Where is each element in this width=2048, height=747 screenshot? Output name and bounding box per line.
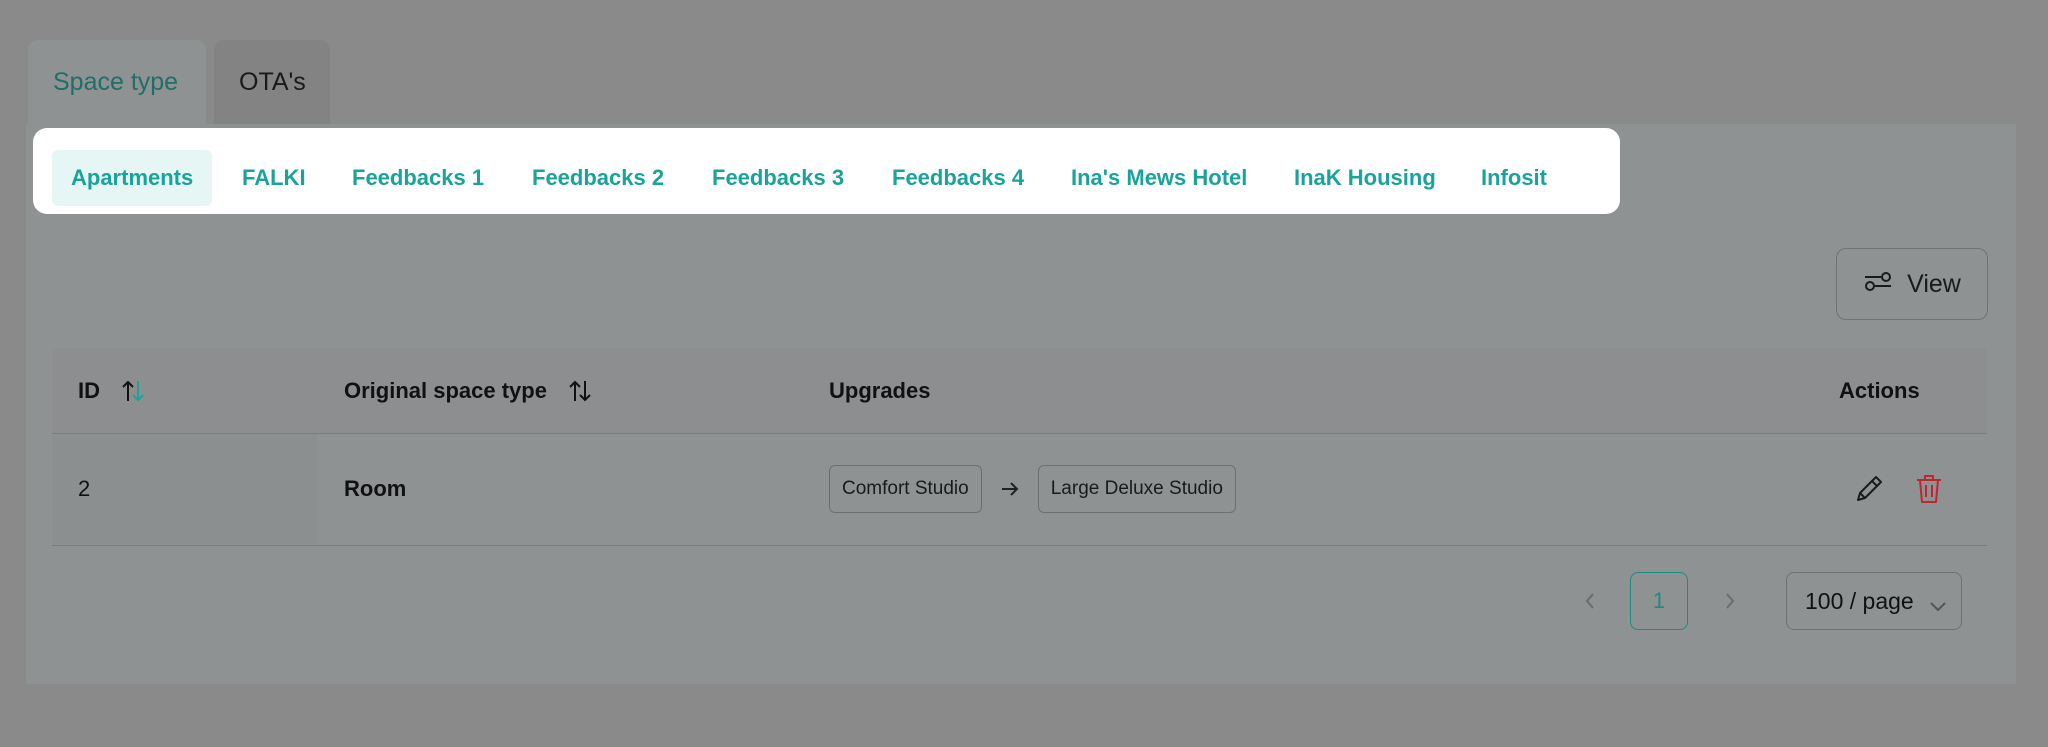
page-size-value: 100 / page bbox=[1805, 587, 1914, 614]
subtab-inas-mews-hotel[interactable]: Ina's Mews Hotel bbox=[1071, 150, 1247, 206]
upgrade-to-tag: Large Deluxe Studio bbox=[1037, 465, 1236, 513]
subtab-inak-housing[interactable]: InaK Housing bbox=[1294, 150, 1436, 206]
chevron-left-icon bbox=[1585, 593, 1594, 609]
subtab-falki[interactable]: FALKI bbox=[242, 150, 306, 206]
prev-page-button[interactable] bbox=[1576, 586, 1604, 616]
table-header: ID Original space type Upgrades Actions bbox=[52, 348, 1987, 434]
settings-sliders-icon bbox=[1863, 269, 1893, 300]
column-header-upgrades: Upgrades bbox=[829, 378, 931, 403]
subtab-feedbacks-4[interactable]: Feedbacks 4 bbox=[892, 150, 1024, 206]
tab-otas[interactable]: OTA's bbox=[214, 40, 330, 124]
sort-icon[interactable] bbox=[120, 379, 146, 403]
chevron-down-icon bbox=[1929, 592, 1947, 619]
next-page-button[interactable] bbox=[1716, 586, 1744, 616]
view-button[interactable]: View bbox=[1836, 248, 1988, 320]
page-size-select[interactable]: 100 / page bbox=[1786, 572, 1962, 630]
subtab-infosit[interactable]: Infosit bbox=[1481, 150, 1547, 206]
sort-icon[interactable] bbox=[567, 379, 593, 403]
arrow-right-icon bbox=[1000, 480, 1020, 498]
column-label: Original space type bbox=[344, 378, 547, 403]
column-label: ID bbox=[78, 378, 100, 403]
subtab-feedbacks-3[interactable]: Feedbacks 3 bbox=[712, 150, 844, 206]
cell-id: 2 bbox=[78, 476, 91, 501]
cell-upgrades: Comfort Studio Large Deluxe Studio bbox=[829, 434, 1236, 544]
column-header-original-space-type[interactable]: Original space type bbox=[344, 348, 593, 434]
upgrade-from-tag: Comfort Studio bbox=[829, 465, 982, 513]
subtab-feedbacks-1[interactable]: Feedbacks 1 bbox=[352, 150, 484, 206]
outer-tab-bar: Space type OTA's bbox=[28, 40, 330, 124]
cell-original-space-type: Room bbox=[344, 476, 407, 501]
column-header-actions: Actions bbox=[1839, 378, 1920, 403]
page-number-button[interactable]: 1 bbox=[1630, 572, 1688, 630]
id-cell-background bbox=[52, 434, 317, 544]
delete-trash-icon[interactable] bbox=[1914, 473, 1944, 505]
edit-pencil-icon[interactable] bbox=[1852, 472, 1886, 506]
tab-space-type[interactable]: Space type bbox=[28, 40, 206, 124]
column-header-id[interactable]: ID bbox=[78, 348, 146, 434]
table-row: 2 Room Comfort Studio Large Deluxe Studi… bbox=[52, 434, 1987, 546]
subtab-feedbacks-2[interactable]: Feedbacks 2 bbox=[532, 150, 664, 206]
row-actions bbox=[1852, 434, 1944, 544]
subtab-apartments[interactable]: Apartments bbox=[52, 150, 213, 206]
view-button-label: View bbox=[1907, 269, 1961, 298]
chevron-right-icon bbox=[1726, 593, 1735, 609]
space-type-subtab-bar: Apartments FALKI Feedbacks 1 Feedbacks 2… bbox=[33, 128, 1620, 214]
